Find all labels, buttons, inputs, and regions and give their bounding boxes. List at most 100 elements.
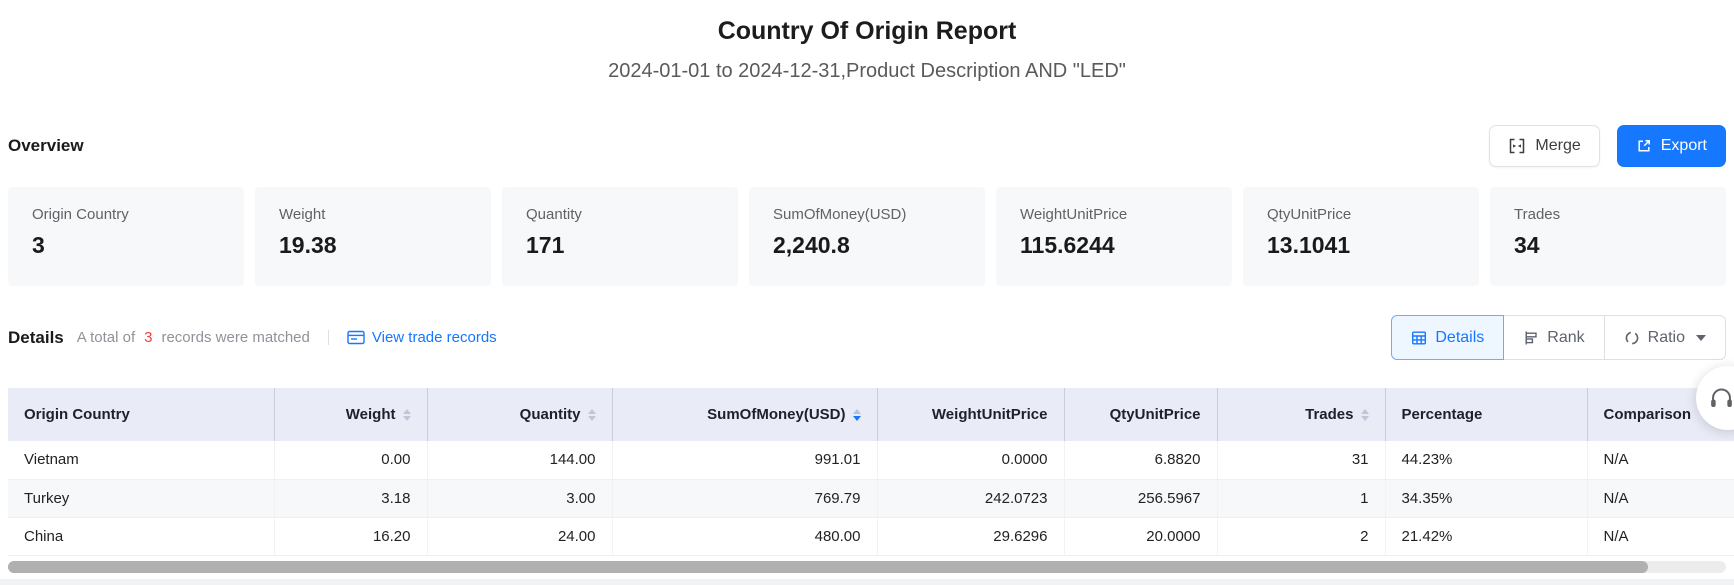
table-row: Vietnam0.00144.00991.010.00006.88203144.… xyxy=(8,441,1734,479)
table-cell: China xyxy=(8,517,274,555)
table-cell: Turkey xyxy=(8,479,274,517)
stat-label: Weight xyxy=(279,206,467,223)
stat-value: 2,240.8 xyxy=(773,232,961,259)
table-icon xyxy=(1411,330,1427,346)
table-cell: 144.00 xyxy=(427,441,612,479)
headset-icon xyxy=(1708,385,1734,412)
table-cell: 3.18 xyxy=(274,479,427,517)
table-row: China16.2024.00480.0029.629620.0000221.4… xyxy=(8,517,1734,555)
column-header-label: Comparison xyxy=(1604,406,1692,423)
export-button[interactable]: Export xyxy=(1617,125,1726,167)
table-cell: N/A xyxy=(1587,479,1734,517)
sort-icon[interactable] xyxy=(403,409,411,421)
column-header-trades[interactable]: Trades xyxy=(1217,388,1385,441)
column-header-label: WeightUnitPrice xyxy=(932,406,1048,423)
column-header-label: Quantity xyxy=(520,406,581,423)
rank-icon xyxy=(1523,330,1539,346)
tab-rank[interactable]: Rank xyxy=(1503,315,1604,360)
table-cell: 16.20 xyxy=(274,517,427,555)
record-count: 3 xyxy=(144,329,152,346)
stat-card-qty-unit-price: QtyUnitPrice 13.1041 xyxy=(1243,187,1479,286)
column-header-sumofmoney-usd[interactable]: SumOfMoney(USD) xyxy=(612,388,877,441)
stat-card-quantity: Quantity 171 xyxy=(502,187,738,286)
report-subtitle: 2024-01-01 to 2024-12-31,Product Descrip… xyxy=(0,59,1734,83)
details-heading: Details xyxy=(8,328,64,348)
ratio-icon xyxy=(1624,330,1640,346)
column-header-quantity[interactable]: Quantity xyxy=(427,388,612,441)
tab-label: Rank xyxy=(1547,329,1584,347)
merge-icon xyxy=(1508,137,1526,155)
trade-records-icon xyxy=(347,330,365,345)
column-header-label: Origin Country xyxy=(24,406,130,423)
chevron-down-icon xyxy=(1696,335,1706,341)
overview-actions: Merge Export xyxy=(1489,125,1726,167)
export-button-label: Export xyxy=(1661,137,1707,155)
table-cell: 242.0723 xyxy=(877,479,1064,517)
match-summary-prefix: A total of xyxy=(77,329,135,346)
tab-label: Ratio xyxy=(1648,329,1685,347)
table-cell: 2 xyxy=(1217,517,1385,555)
sort-icon[interactable] xyxy=(853,409,861,421)
stat-card-sum-of-money: SumOfMoney(USD) 2,240.8 xyxy=(749,187,985,286)
table-cell: 480.00 xyxy=(612,517,877,555)
table-cell: 769.79 xyxy=(612,479,877,517)
tab-details[interactable]: Details xyxy=(1391,315,1504,360)
column-header-origin-country: Origin Country xyxy=(8,388,274,441)
table-cell: 0.0000 xyxy=(877,441,1064,479)
merge-button[interactable]: Merge xyxy=(1489,125,1599,167)
stat-label: WeightUnitPrice xyxy=(1020,206,1208,223)
column-header-weight[interactable]: Weight xyxy=(274,388,427,441)
table-cell: 20.0000 xyxy=(1064,517,1217,555)
stat-value: 34 xyxy=(1514,232,1702,259)
table-cell: 34.35% xyxy=(1385,479,1587,517)
sort-icon[interactable] xyxy=(588,409,596,421)
data-table: Origin Country Weight Quantity SumOfMoney(U… xyxy=(8,388,1734,556)
table-cell: Vietnam xyxy=(8,441,274,479)
column-header-qtyunitprice: QtyUnitPrice xyxy=(1064,388,1217,441)
match-summary-suffix: records were matched xyxy=(161,329,309,346)
overview-cards: Origin Country 3 Weight 19.38 Quantity 1… xyxy=(0,187,1734,286)
table-row: Turkey3.183.00769.79242.0723256.5967134.… xyxy=(8,479,1734,517)
view-switcher: Details Rank Ratio xyxy=(1391,315,1726,360)
horizontal-scrollbar-thumb[interactable] xyxy=(8,561,1648,573)
export-icon xyxy=(1636,138,1652,154)
table-cell: 0.00 xyxy=(274,441,427,479)
table-cell: 31 xyxy=(1217,441,1385,479)
stat-value: 115.6244 xyxy=(1020,232,1208,259)
stat-value: 171 xyxy=(526,232,714,259)
stat-value: 19.38 xyxy=(279,232,467,259)
table-cell: 991.01 xyxy=(612,441,877,479)
stat-value: 13.1041 xyxy=(1267,232,1455,259)
table-cell: 3.00 xyxy=(427,479,612,517)
stat-label: Origin Country xyxy=(32,206,220,223)
table-cell: 1 xyxy=(1217,479,1385,517)
view-trade-records-label: View trade records xyxy=(372,329,497,346)
report-header: Country Of Origin Report 2024-01-01 to 2… xyxy=(0,0,1734,83)
column-header-label: Weight xyxy=(346,406,396,423)
stat-card-trades: Trades 34 xyxy=(1490,187,1726,286)
page-bottom-edge xyxy=(0,579,1734,585)
column-header-label: QtyUnitPrice xyxy=(1110,406,1201,423)
overview-bar: Overview Merge Export xyxy=(0,125,1734,167)
view-trade-records-link[interactable]: View trade records xyxy=(347,329,497,346)
table-cell: 29.6296 xyxy=(877,517,1064,555)
tab-ratio[interactable]: Ratio xyxy=(1604,315,1726,360)
horizontal-scrollbar-track xyxy=(8,561,1726,573)
column-header-percentage: Percentage xyxy=(1385,388,1587,441)
merge-button-label: Merge xyxy=(1535,137,1580,155)
table-cell: 21.42% xyxy=(1385,517,1587,555)
stat-card-weight-unit-price: WeightUnitPrice 115.6244 xyxy=(996,187,1232,286)
stat-label: SumOfMoney(USD) xyxy=(773,206,961,223)
column-header-weightunitprice: WeightUnitPrice xyxy=(877,388,1064,441)
match-summary: Details A total of 3 records were matche… xyxy=(8,328,497,348)
column-header-label: SumOfMoney(USD) xyxy=(707,406,845,423)
stat-label: Trades xyxy=(1514,206,1702,223)
table-cell: N/A xyxy=(1587,441,1734,479)
stat-value: 3 xyxy=(32,232,220,259)
stat-card-weight: Weight 19.38 xyxy=(255,187,491,286)
stat-card-origin-country: Origin Country 3 xyxy=(8,187,244,286)
table-cell: N/A xyxy=(1587,517,1734,555)
page-title: Country Of Origin Report xyxy=(0,16,1734,46)
sort-icon[interactable] xyxy=(1361,409,1369,421)
divider xyxy=(328,330,329,345)
